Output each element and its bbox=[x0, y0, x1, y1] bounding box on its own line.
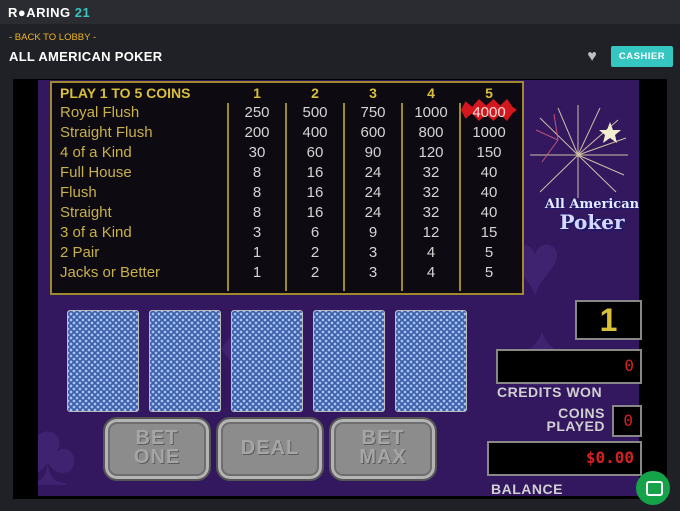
card-4[interactable] bbox=[313, 310, 385, 412]
paytable-value: 1000 bbox=[472, 124, 506, 141]
coins-played-label-2: PLAYED bbox=[546, 418, 605, 434]
bet-level-display: 1 bbox=[575, 300, 642, 340]
bet-max-label-2: MAX bbox=[359, 446, 407, 468]
paytable-value: 15 bbox=[480, 224, 498, 241]
card-3[interactable] bbox=[231, 310, 303, 412]
logo-line2: Poker bbox=[559, 210, 625, 234]
card-1[interactable] bbox=[67, 310, 139, 412]
paytable-value: 3 bbox=[368, 264, 378, 281]
fireworks-icon bbox=[530, 105, 628, 198]
paytable-value: 60 bbox=[306, 144, 324, 161]
deal-label: DEAL bbox=[240, 437, 300, 459]
paytable-value: 16 bbox=[306, 184, 324, 201]
paytable-value: 400 bbox=[302, 124, 328, 141]
card-2[interactable] bbox=[149, 310, 221, 412]
paytable-value: 1 bbox=[252, 264, 262, 281]
coin-header: 3 bbox=[369, 85, 377, 101]
paytable-value: 40 bbox=[480, 204, 498, 221]
club-pattern-icon: ♣ bbox=[38, 405, 78, 496]
paytable-value: 3 bbox=[368, 244, 378, 261]
paytable-value: 24 bbox=[364, 204, 382, 221]
balance-display: $0.00 bbox=[487, 441, 642, 476]
coin-header: 5 bbox=[485, 85, 493, 101]
coins-played-label: COINS PLAYED bbox=[545, 406, 605, 434]
cashier-button[interactable]: CASHIER bbox=[611, 46, 673, 67]
paytable-value: 24 bbox=[364, 164, 382, 181]
coin-header: 4 bbox=[427, 85, 435, 101]
top-bar: R●ARING 21 bbox=[0, 0, 680, 24]
paytable-hand: Full House bbox=[60, 164, 132, 181]
paytable-value: 200 bbox=[244, 124, 270, 141]
paytable-hand: 4 of a Kind bbox=[60, 144, 132, 161]
coins-played-value: 0 bbox=[623, 411, 633, 430]
paytable-value: 9 bbox=[368, 224, 378, 241]
coin-header: 1 bbox=[253, 85, 261, 101]
page-title: ALL AMERICAN POKER bbox=[9, 49, 163, 64]
paytable-value: 500 bbox=[302, 104, 328, 121]
all-american-poker-logo: All American Poker bbox=[544, 198, 640, 234]
credits-won-value: 0 bbox=[624, 356, 634, 375]
paytable-value: 2 bbox=[310, 244, 320, 261]
paytable-header: PLAY 1 TO 5 COINS bbox=[60, 85, 191, 101]
coins-played-display: 0 bbox=[612, 405, 642, 437]
paytable-value: 8 bbox=[252, 184, 262, 201]
heart-icon[interactable]: ♥ bbox=[583, 49, 601, 65]
paytable-hand: Flush bbox=[60, 184, 97, 201]
paytable-hand: Jacks or Better bbox=[60, 264, 161, 281]
paytable-value: 32 bbox=[422, 184, 440, 201]
paytable-hand: Straight bbox=[60, 204, 112, 221]
paytable-hand: Royal Flush bbox=[60, 104, 140, 121]
paytable-value: 90 bbox=[364, 144, 382, 161]
paytable-value: 2 bbox=[310, 264, 320, 281]
balance-label: BALANCE bbox=[491, 481, 563, 497]
paytable-value: 250 bbox=[244, 104, 270, 121]
roaring21-logo[interactable]: R●ARING 21 bbox=[8, 5, 90, 20]
paytable-value: 8 bbox=[252, 164, 262, 181]
paytable-value: 4 bbox=[426, 244, 436, 261]
paytable-value: 40 bbox=[480, 164, 498, 181]
deal-button[interactable]: DEAL bbox=[216, 417, 324, 481]
paytable-value: 600 bbox=[360, 124, 386, 141]
paytable-value: 750 bbox=[360, 104, 386, 121]
paytable-value: 40 bbox=[480, 184, 498, 201]
back-to-lobby-link[interactable]: - BACK TO LOBBY - bbox=[9, 32, 96, 43]
chat-icon[interactable] bbox=[636, 471, 670, 505]
paytable-value: 4000 bbox=[472, 104, 506, 121]
bet-max-button[interactable]: BET MAX bbox=[329, 417, 437, 481]
paytable-value: 32 bbox=[422, 204, 440, 221]
pay-table: PLAY 1 TO 5 COINS 1 2 3 4 5 Royal Flush 2… bbox=[50, 81, 524, 295]
credits-won-display: 0 bbox=[496, 349, 642, 384]
bet-one-label-2: ONE bbox=[133, 446, 181, 468]
paytable-value: 12 bbox=[422, 224, 440, 241]
paytable-value: 8 bbox=[252, 204, 262, 221]
paytable-value: 32 bbox=[422, 164, 440, 181]
paytable-value: 800 bbox=[418, 124, 444, 141]
card-5[interactable] bbox=[395, 310, 467, 412]
paytable-value: 150 bbox=[476, 144, 502, 161]
paytable-value: 4 bbox=[426, 264, 436, 281]
paytable-value: 16 bbox=[306, 204, 324, 221]
paytable-value: 1 bbox=[252, 244, 262, 261]
balance-value: $0.00 bbox=[585, 448, 634, 467]
paytable-value: 120 bbox=[418, 144, 444, 161]
paytable-value: 5 bbox=[484, 244, 494, 261]
paytable-hand: 3 of a Kind bbox=[60, 224, 132, 241]
paytable-value: 24 bbox=[364, 184, 382, 201]
bet-one-button[interactable]: BET ONE bbox=[103, 417, 211, 481]
paytable-hand: Straight Flush bbox=[60, 124, 153, 141]
paytable-value: 16 bbox=[306, 164, 324, 181]
paytable-value: 5 bbox=[484, 264, 494, 281]
paytable-hand: 2 Pair bbox=[60, 244, 100, 261]
credits-won-label: CREDITS WON bbox=[497, 384, 603, 400]
gear-dot-icon: ● bbox=[17, 5, 27, 20]
paytable-value: 30 bbox=[248, 144, 266, 161]
coin-header: 2 bbox=[311, 85, 319, 101]
bet-level-value: 1 bbox=[599, 302, 618, 338]
paytable-value: 3 bbox=[252, 224, 262, 241]
paytable-value: 6 bbox=[310, 224, 320, 241]
paytable-value: 1000 bbox=[414, 104, 448, 121]
